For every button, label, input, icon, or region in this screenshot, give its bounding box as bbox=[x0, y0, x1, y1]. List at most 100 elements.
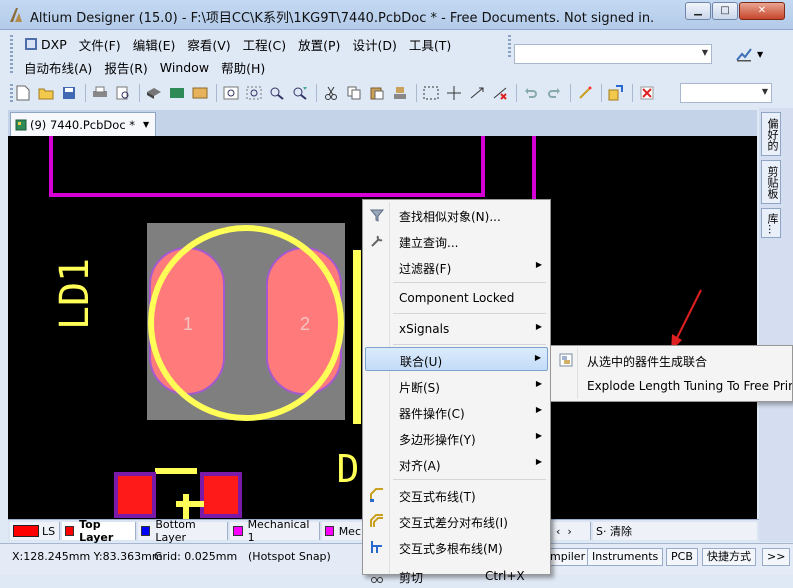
panel-button-more[interactable]: >> bbox=[762, 548, 791, 566]
print-icon[interactable] bbox=[91, 84, 109, 102]
menu-item-cut[interactable]: 剪切 Ctrl+X bbox=[365, 564, 548, 588]
menu-item-diff-pair-routing[interactable]: 交互式差分对布线(I) bbox=[365, 509, 548, 533]
menu-item-label: 联合(U) bbox=[400, 355, 443, 369]
magic-wand-icon[interactable] bbox=[576, 84, 594, 102]
redo-icon[interactable] bbox=[545, 84, 563, 102]
chevron-left-icon[interactable]: ‹ bbox=[556, 525, 560, 538]
menubar-grip[interactable] bbox=[10, 35, 13, 75]
cut-icon[interactable] bbox=[322, 84, 340, 102]
move-selection-icon[interactable] bbox=[468, 84, 486, 102]
smd-pad-right[interactable] bbox=[200, 472, 242, 518]
mask-clear-area[interactable]: S· 清除 bbox=[593, 522, 757, 540]
toolbar-separator bbox=[601, 84, 602, 102]
layer-tab-mechanical[interactable]: Mec bbox=[322, 522, 364, 540]
paste-icon[interactable] bbox=[368, 84, 386, 102]
rubber-stamp-icon[interactable] bbox=[391, 84, 409, 102]
deselect-icon[interactable] bbox=[491, 84, 509, 102]
menu-design[interactable]: 设计(D) bbox=[346, 35, 402, 54]
menu-item-polygon-actions[interactable]: 多边形操作(Y) ▶ bbox=[365, 426, 548, 450]
menu-dxp[interactable]: DXP bbox=[18, 37, 73, 52]
menu-item-component-locked[interactable]: Component Locked bbox=[365, 286, 548, 310]
menu-item-build-query[interactable]: 建立查询... bbox=[365, 229, 548, 253]
panel-button-shortcuts[interactable]: 快捷方式 bbox=[702, 548, 756, 566]
designator-ld1[interactable]: LD1 bbox=[52, 258, 98, 330]
zoom-selected-icon[interactable] bbox=[268, 84, 286, 102]
menu-edit[interactable]: 编辑(E) bbox=[127, 35, 182, 54]
close-button[interactable]: ✕ bbox=[739, 2, 785, 20]
layer-tab-top[interactable]: Top Layer bbox=[62, 518, 136, 544]
clear-icon[interactable] bbox=[638, 84, 656, 102]
panel-button-compiler[interactable]: mpiler bbox=[545, 548, 591, 566]
menu-place[interactable]: 放置(P) bbox=[292, 35, 346, 54]
panel-tab-library[interactable]: 库... bbox=[761, 208, 781, 238]
status-coordinates: X:128.245mm Y:83.363mm bbox=[12, 550, 163, 563]
panel-tab-favorites[interactable]: 偏好的 bbox=[761, 112, 781, 156]
chevron-down-icon[interactable]: ▼ bbox=[143, 120, 149, 129]
undo-icon[interactable] bbox=[522, 84, 540, 102]
toolbar-separator bbox=[416, 84, 417, 102]
menu-help[interactable]: 帮助(H) bbox=[215, 58, 271, 77]
toolbar-grip-2[interactable] bbox=[10, 84, 13, 104]
submenu-arrow-icon: ▶ bbox=[534, 353, 541, 362]
save-icon[interactable] bbox=[60, 84, 78, 102]
copy-icon[interactable] bbox=[345, 84, 363, 102]
toolbar-separator bbox=[516, 84, 517, 102]
menu-item-fragments[interactable]: 片断(S) ▶ bbox=[365, 374, 548, 398]
toolbar-separator bbox=[316, 84, 317, 102]
chevron-right-icon[interactable]: › bbox=[567, 525, 571, 538]
zoom-area-icon[interactable] bbox=[245, 84, 263, 102]
menu-reports[interactable]: 报告(R) bbox=[98, 58, 153, 77]
open-folder-icon[interactable] bbox=[37, 84, 55, 102]
tab-7440-pcbdoc[interactable]: (9) 7440.PcbDoc * ▼ bbox=[10, 112, 157, 136]
layer-set-button[interactable]: LS bbox=[10, 522, 60, 540]
panel-button-pcb[interactable]: PCB bbox=[666, 548, 698, 566]
right-panel-strip: 偏好的 剪贴板 库... bbox=[759, 108, 793, 542]
panel-tab-clipboard[interactable]: 剪贴板 bbox=[761, 160, 781, 204]
submenu-arrow-icon: ▶ bbox=[535, 405, 542, 414]
3d-view-icon[interactable] bbox=[145, 84, 163, 102]
layer-tab-mechanical-1[interactable]: Mechanical 1 bbox=[230, 518, 320, 544]
menu-separator bbox=[393, 344, 546, 345]
cross-probe-icon[interactable] bbox=[607, 84, 625, 102]
select-area-icon[interactable] bbox=[422, 84, 440, 102]
maximize-button[interactable]: □ bbox=[712, 2, 738, 20]
menu-item-multi-routing[interactable]: 交互式多根布线(M) bbox=[365, 535, 548, 559]
menu-file[interactable]: 文件(F) bbox=[73, 35, 127, 54]
menu-item-find-similar[interactable]: 查找相似对象(N)... bbox=[365, 203, 548, 227]
preferences-dropdown-button[interactable]: ▼ bbox=[735, 44, 771, 64]
submenu-item-create-union[interactable]: 从选中的器件生成联合 bbox=[553, 348, 792, 372]
submenu-item-explode-length-tuning[interactable]: Explode Length Tuning To Free Primitives bbox=[553, 374, 792, 398]
zoom-filter-icon[interactable] bbox=[291, 84, 309, 102]
status-snap: (Hotspot Snap) bbox=[248, 550, 331, 563]
menu-project[interactable]: 工程(C) bbox=[237, 35, 292, 54]
menu-item-xsignals[interactable]: xSignals ▶ bbox=[365, 317, 548, 341]
menu-item-component-actions[interactable]: 器件操作(C) ▶ bbox=[365, 400, 548, 424]
move-icon[interactable] bbox=[445, 84, 463, 102]
toolbar-separator bbox=[216, 84, 217, 102]
menu-view[interactable]: 察看(V) bbox=[181, 35, 236, 54]
new-file-icon[interactable] bbox=[14, 84, 32, 102]
layer-scroll-buttons[interactable]: ‹ › bbox=[553, 522, 591, 540]
panel-button-instruments[interactable]: Instruments bbox=[587, 548, 664, 566]
toolbar-combo-bottom[interactable]: ▼ bbox=[680, 83, 772, 103]
menu-item-union[interactable]: 联合(U) ▶ bbox=[365, 347, 548, 371]
board-icon[interactable] bbox=[168, 84, 186, 102]
zoom-fit-icon[interactable] bbox=[222, 84, 240, 102]
menu-item-interactive-routing[interactable]: 交互式布线(T) bbox=[365, 483, 548, 507]
toolbar-grip[interactable] bbox=[508, 35, 511, 57]
pad-1-label: 1 bbox=[183, 314, 193, 334]
menu-window[interactable]: Window bbox=[154, 60, 215, 75]
silkscreen-plus bbox=[176, 494, 204, 519]
submenu-arrow-icon: ▶ bbox=[535, 379, 542, 388]
toolbar-combo-top[interactable]: ▼ bbox=[514, 44, 712, 64]
smd-pad-left[interactable] bbox=[114, 472, 156, 518]
menu-autoroute[interactable]: 自动布线(A) bbox=[18, 58, 98, 77]
menu-item-filter[interactable]: 过滤器(F) ▶ bbox=[365, 255, 548, 279]
minimize-button[interactable]: ▁ bbox=[685, 2, 711, 20]
print-preview-icon[interactable] bbox=[114, 84, 132, 102]
menu-tools[interactable]: 工具(T) bbox=[403, 35, 457, 54]
menu-item-label: 交互式多根布线(M) bbox=[399, 542, 503, 556]
layer-tab-bottom[interactable]: Bottom Layer bbox=[138, 518, 228, 544]
layers-icon[interactable] bbox=[191, 84, 209, 102]
menu-item-align[interactable]: 对齐(A) ▶ bbox=[365, 452, 548, 476]
